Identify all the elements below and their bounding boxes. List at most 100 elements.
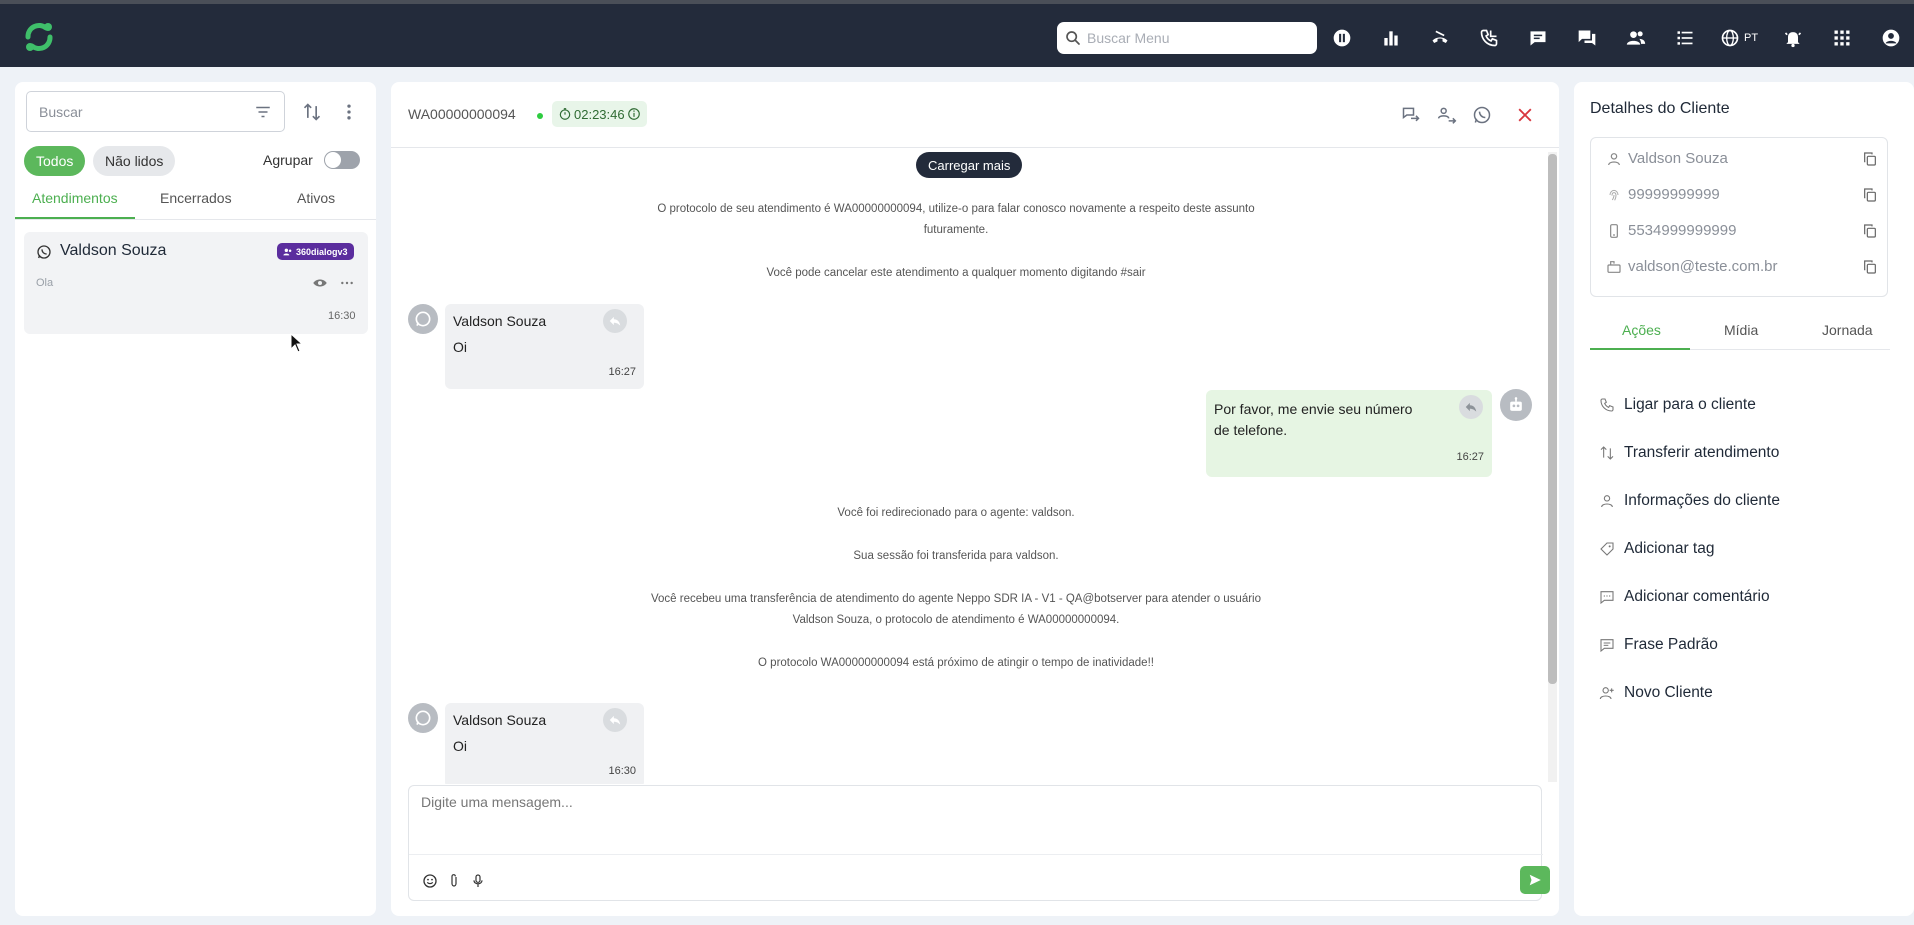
client-details-title: Detalhes do Cliente xyxy=(1590,100,1730,117)
whatsapp-header-icon[interactable] xyxy=(1471,104,1493,126)
tab-encerrados[interactable]: Encerrados xyxy=(160,190,232,206)
message-sender: Valdson Souza xyxy=(453,712,547,728)
users-icon[interactable] xyxy=(1622,24,1650,52)
app-logo-icon[interactable] xyxy=(20,18,58,56)
copy-icon[interactable] xyxy=(1861,150,1879,168)
more-options-icon[interactable] xyxy=(336,99,362,125)
message-composer xyxy=(408,785,1550,901)
filter-unread-button[interactable]: Não lidos xyxy=(93,146,176,176)
action-transfer[interactable]: Transferir atendimento xyxy=(1598,441,1779,465)
contact-avatar xyxy=(408,304,438,334)
system-message: O protocolo WA00000000094 está próximo d… xyxy=(758,657,1154,669)
incoming-message: Valdson Souza Oi 16:27 xyxy=(445,304,644,389)
apps-grid-icon[interactable] xyxy=(1828,24,1856,52)
action-add-tag[interactable]: Adicionar tag xyxy=(1598,537,1714,561)
client-document-row: 99999999999 xyxy=(1591,177,1889,213)
client-document: 99999999999 xyxy=(1628,186,1720,203)
system-message: O protocolo de seu atendimento é WA00000… xyxy=(657,203,1255,236)
action-standard-phrase[interactable]: Frase Padrão xyxy=(1598,633,1718,657)
action-call-client[interactable]: Ligar para o cliente xyxy=(1598,393,1756,417)
conversation-search[interactable] xyxy=(26,91,285,132)
message-list[interactable]: Carregar mais O protocolo de seu atendim… xyxy=(391,149,1547,784)
client-details-panel: Detalhes do Cliente Valdson Souza 999999… xyxy=(1574,82,1914,916)
chat-header: WA00000000094 02:23:46 xyxy=(391,82,1559,148)
contact-avatar xyxy=(408,703,438,733)
action-client-info[interactable]: Informações do cliente xyxy=(1598,489,1780,513)
message-sender: Valdson Souza xyxy=(453,313,547,329)
menu-search-input[interactable] xyxy=(1087,30,1297,46)
chat-scrollbar[interactable] xyxy=(1548,152,1557,782)
person-icon xyxy=(1605,150,1623,168)
tab-atendimentos[interactable]: Atendimentos xyxy=(32,190,118,206)
emoji-icon[interactable] xyxy=(421,872,439,890)
reply-icon[interactable] xyxy=(603,309,627,333)
microphone-icon[interactable] xyxy=(469,872,487,890)
action-label: Ligar para o cliente xyxy=(1624,396,1756,413)
list-icon[interactable] xyxy=(1671,24,1699,52)
eye-icon[interactable] xyxy=(312,275,328,291)
reply-icon[interactable] xyxy=(1459,395,1483,419)
load-more-button[interactable]: Carregar mais xyxy=(916,152,1023,178)
chat-panel: WA00000000094 02:23:46 Carregar mais O p… xyxy=(391,82,1559,916)
copy-icon[interactable] xyxy=(1861,222,1879,240)
attachment-icon[interactable] xyxy=(445,872,463,890)
action-new-client[interactable]: Novo Cliente xyxy=(1598,681,1713,705)
notification-bell-icon[interactable] xyxy=(1779,24,1807,52)
message-text: Oi xyxy=(453,339,467,355)
action-label: Novo Cliente xyxy=(1624,684,1713,701)
tab-jornada[interactable]: Jornada xyxy=(1822,322,1873,338)
menu-search[interactable] xyxy=(1057,22,1317,54)
group-icon xyxy=(283,248,292,255)
switch-chat-icon[interactable] xyxy=(1400,104,1422,126)
composer-divider xyxy=(409,854,1543,855)
smartphone-icon xyxy=(1605,222,1623,240)
chat-bubble-icon[interactable] xyxy=(1524,24,1552,52)
conversation-preview: Ola xyxy=(36,277,54,289)
send-button[interactable] xyxy=(1520,866,1550,894)
user-account-icon[interactable] xyxy=(1877,24,1905,52)
transfer-users-icon[interactable] xyxy=(1436,104,1458,126)
conversation-more-icon[interactable] xyxy=(339,275,355,291)
tab-acoes[interactable]: Ações xyxy=(1622,322,1661,338)
client-tabs: Ações Mídia Jornada xyxy=(1590,314,1890,350)
copy-icon[interactable] xyxy=(1861,186,1879,204)
outgoing-message: Por favor, me envie seu número de telefo… xyxy=(1206,390,1492,477)
top-navbar: PT xyxy=(0,0,1914,67)
mouse-cursor-icon xyxy=(290,333,304,353)
conversation-search-input[interactable] xyxy=(39,103,254,120)
conversation-tabs: Atendimentos Encerrados Ativos xyxy=(15,180,376,220)
chat-multiple-icon[interactable] xyxy=(1573,24,1601,52)
pause-icon[interactable] xyxy=(1328,24,1356,52)
copy-icon[interactable] xyxy=(1861,258,1879,276)
client-email: valdson@teste.com.br xyxy=(1628,258,1778,275)
person-icon xyxy=(1598,492,1616,510)
tab-ativos[interactable]: Ativos xyxy=(297,190,335,206)
reply-icon[interactable] xyxy=(603,708,627,732)
message-time: 16:27 xyxy=(608,366,636,378)
chat-scrollbar-thumb[interactable] xyxy=(1548,154,1557,684)
tab-midia[interactable]: Mídia xyxy=(1724,322,1758,338)
action-label: Transferir atendimento xyxy=(1624,444,1780,461)
conversation-contact-name: Valdson Souza xyxy=(60,242,167,259)
info-icon[interactable] xyxy=(627,107,641,121)
active-tab-indicator xyxy=(1590,348,1690,350)
group-toggle[interactable] xyxy=(324,151,360,169)
transfer-arrows-icon xyxy=(1598,444,1616,462)
close-icon[interactable] xyxy=(1514,104,1536,126)
group-label: Agrupar xyxy=(263,152,313,168)
sort-icon[interactable] xyxy=(299,99,325,125)
client-phone-row: 5534999999999 xyxy=(1591,213,1889,249)
message-input[interactable] xyxy=(421,794,1521,834)
conversation-item[interactable]: Valdson Souza 360dialogv3 Ola 16:30 xyxy=(24,232,368,334)
whatsapp-icon xyxy=(37,245,51,259)
language-selector[interactable]: PT xyxy=(1720,28,1758,48)
filter-all-button[interactable]: Todos xyxy=(24,146,86,176)
comment-icon xyxy=(1598,588,1616,606)
phone-incoming-icon[interactable] xyxy=(1475,24,1503,52)
message-time: 16:30 xyxy=(608,765,636,777)
filter-icon[interactable] xyxy=(254,103,272,121)
action-label: Informações do cliente xyxy=(1624,492,1780,509)
call-end-icon[interactable] xyxy=(1426,24,1454,52)
action-add-comment[interactable]: Adicionar comentário xyxy=(1598,585,1770,609)
bar-chart-icon[interactable] xyxy=(1377,24,1405,52)
